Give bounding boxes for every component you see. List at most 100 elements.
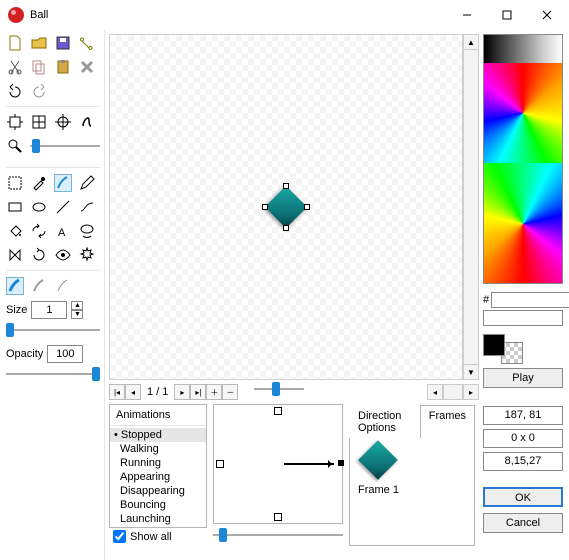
frame-label: Frame 1: [358, 484, 466, 496]
hscroll-right[interactable]: ▸: [463, 384, 479, 400]
play-button[interactable]: Play: [483, 368, 563, 388]
wand-tool-icon[interactable]: [78, 222, 96, 240]
brush-soft-icon[interactable]: [6, 277, 24, 295]
eye-tool-icon[interactable]: [54, 246, 72, 264]
animation-item[interactable]: Running: [110, 456, 206, 470]
size-spinner[interactable]: ▲▼: [71, 301, 83, 319]
title-bar: Ball: [0, 0, 569, 30]
cut-icon[interactable]: [6, 58, 24, 76]
frame-prev-button[interactable]: ◂: [125, 384, 141, 400]
handle-top[interactable]: [283, 183, 289, 189]
copy-icon[interactable]: [30, 58, 48, 76]
brush-tool-icon[interactable]: [54, 174, 72, 192]
frames-panel: Frame 1: [349, 438, 475, 546]
minimize-button[interactable]: [447, 0, 487, 30]
animations-list[interactable]: • Stopped Walking Running Appearing Disa…: [110, 426, 206, 527]
frame-thumbnail[interactable]: [358, 440, 398, 480]
handle-left[interactable]: [262, 204, 268, 210]
tab-bar: Direction Options Frames: [349, 404, 475, 438]
direction-endpoint[interactable]: [338, 460, 344, 466]
crop-icon[interactable]: [6, 113, 24, 131]
new-icon[interactable]: [6, 34, 24, 52]
size-input[interactable]: [31, 301, 67, 319]
save-icon[interactable]: [54, 34, 72, 52]
rect-tool-icon[interactable]: [6, 198, 24, 216]
zoom-slider[interactable]: [30, 139, 100, 153]
target-icon[interactable]: [54, 113, 72, 131]
dir-handle-left[interactable]: [216, 460, 224, 468]
tab-frames[interactable]: Frames: [420, 405, 475, 438]
ok-button[interactable]: OK: [483, 487, 563, 507]
paste-icon[interactable]: [54, 58, 72, 76]
vertical-scrollbar[interactable]: ▲▼: [463, 34, 479, 380]
open-icon[interactable]: [30, 34, 48, 52]
opacity-label: Opacity: [6, 348, 43, 360]
frame-first-button[interactable]: |◂: [109, 384, 125, 400]
animation-item[interactable]: Disappearing: [110, 484, 206, 498]
rotate-tool-icon[interactable]: [30, 246, 48, 264]
alpha-icon[interactable]: [78, 113, 96, 131]
text-tool-icon[interactable]: A: [54, 222, 72, 240]
fg-color[interactable]: [483, 334, 505, 356]
dir-handle-top[interactable]: [274, 407, 282, 415]
frame-add-button[interactable]: ＋: [206, 384, 222, 400]
fg-bg-swatch[interactable]: [483, 334, 523, 364]
handle-right[interactable]: [304, 204, 310, 210]
ellipse-tool-icon[interactable]: [30, 198, 48, 216]
redo-icon[interactable]: [30, 82, 48, 100]
zoom-icon[interactable]: [6, 137, 24, 155]
color-palette[interactable]: [483, 34, 563, 284]
dir-handle-bottom[interactable]: [274, 513, 282, 521]
frame-remove-button[interactable]: －: [222, 384, 238, 400]
delete-icon[interactable]: [78, 58, 96, 76]
frame-zoom-slider[interactable]: [254, 382, 304, 396]
cursor-coords: 187, 81: [483, 406, 563, 425]
fill-tool-icon[interactable]: [6, 222, 24, 240]
pencil-tool-icon[interactable]: [78, 174, 96, 192]
select-tool-icon[interactable]: [6, 174, 24, 192]
tab-direction-options[interactable]: Direction Options: [349, 405, 420, 438]
left-toolbar: A Size ▲▼ Opacity: [0, 30, 105, 560]
animation-item[interactable]: Bouncing: [110, 498, 206, 512]
direction-arrow: [284, 463, 334, 465]
handle-bottom[interactable]: [283, 225, 289, 231]
hex-label: #: [483, 294, 489, 306]
opacity-slider[interactable]: [6, 367, 100, 381]
cancel-button[interactable]: Cancel: [483, 513, 563, 533]
grid-icon[interactable]: [30, 113, 48, 131]
show-all-checkbox[interactable]: Show all: [109, 528, 207, 545]
bone-icon[interactable]: [78, 34, 96, 52]
hex-input[interactable]: [491, 292, 569, 308]
curve-tool-icon[interactable]: [78, 198, 96, 216]
brush-mid-icon[interactable]: [30, 277, 48, 295]
brush-hard-icon[interactable]: [54, 277, 72, 295]
frame-last-button[interactable]: ▸|: [190, 384, 206, 400]
replace-tool-icon[interactable]: [30, 222, 48, 240]
opacity-input[interactable]: [47, 345, 83, 363]
hscroll-track[interactable]: [443, 384, 463, 400]
selection-size: 0 x 0: [483, 429, 563, 448]
options-tool-icon[interactable]: [78, 246, 96, 264]
line-tool-icon[interactable]: [54, 198, 72, 216]
flip-tool-icon[interactable]: [6, 246, 24, 264]
undo-icon[interactable]: [6, 82, 24, 100]
animation-item[interactable]: • Stopped: [110, 428, 206, 442]
direction-canvas[interactable]: [213, 404, 343, 524]
sprite-canvas[interactable]: [109, 34, 463, 380]
animation-item[interactable]: Walking: [110, 442, 206, 456]
close-button[interactable]: [527, 0, 567, 30]
window-title: Ball: [30, 9, 447, 21]
direction-slider[interactable]: [213, 528, 343, 542]
svg-text:A: A: [58, 227, 66, 239]
animation-item[interactable]: Launching: [110, 512, 206, 526]
sprite-object[interactable]: [265, 186, 307, 228]
frame-counter: 1 / 1: [141, 386, 174, 398]
show-all-input[interactable]: [113, 530, 126, 543]
maximize-button[interactable]: [487, 0, 527, 30]
size-slider[interactable]: [6, 323, 100, 337]
picker-tool-icon[interactable]: [30, 174, 48, 192]
color-preview: [483, 310, 563, 326]
hscroll-left[interactable]: ◂: [427, 384, 443, 400]
animation-item[interactable]: Appearing: [110, 470, 206, 484]
frame-next-button[interactable]: ▸: [174, 384, 190, 400]
